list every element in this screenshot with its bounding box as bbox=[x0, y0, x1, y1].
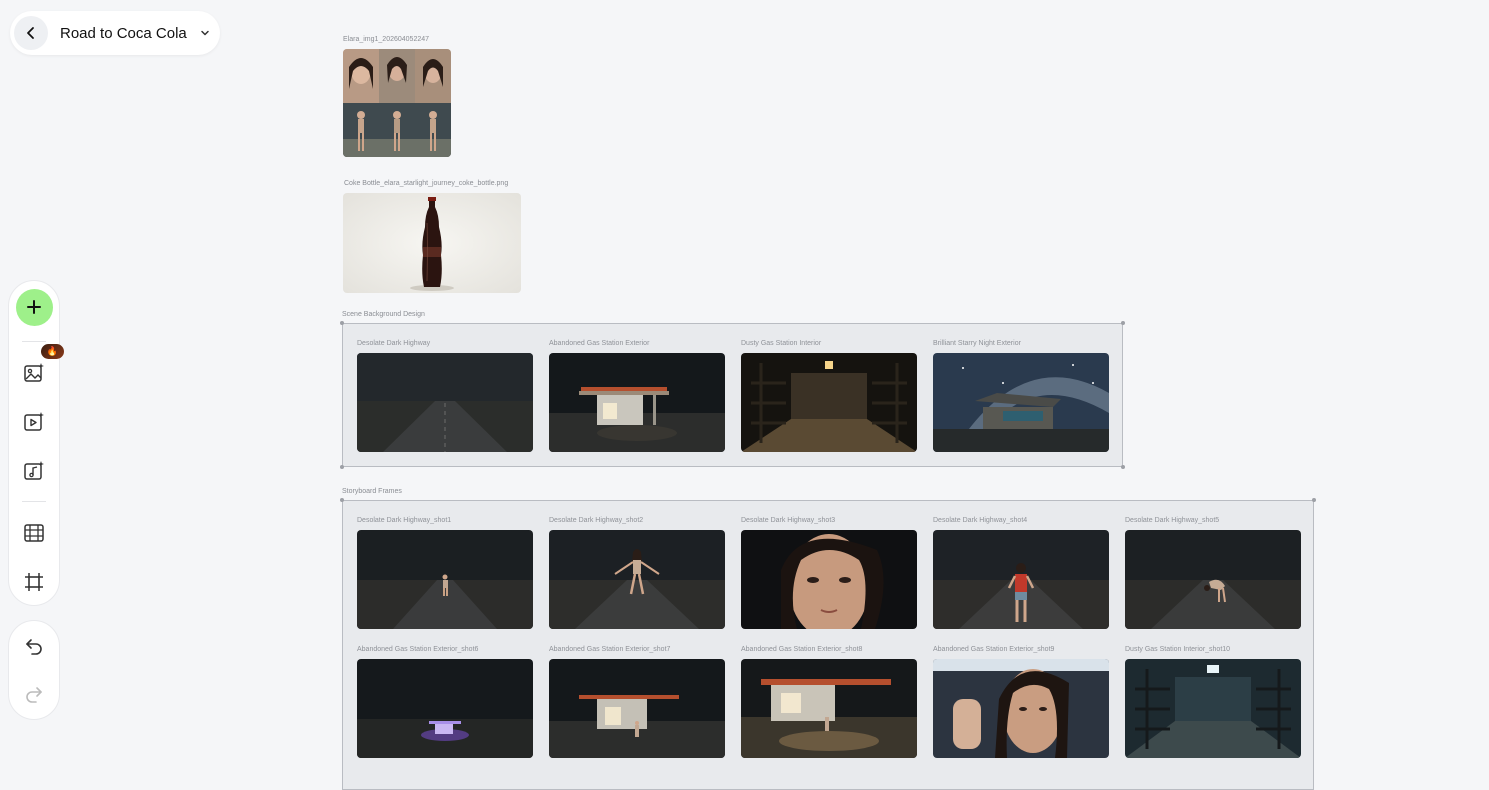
storyboard-frames-group[interactable]: Desolate Dark Highway_shot1 Desolate Dar… bbox=[340, 498, 1316, 790]
undo-icon bbox=[24, 636, 44, 656]
scene-caption: Desolate Dark Highway bbox=[357, 340, 431, 347]
storyboard-group-title: Storyboard Frames bbox=[342, 488, 402, 495]
storyboard-caption: Desolate Dark Highway_shot3 bbox=[741, 517, 836, 524]
scene-thumbnail[interactable] bbox=[741, 353, 917, 452]
storyboard-frame[interactable] bbox=[549, 659, 725, 758]
video-sparkle-icon bbox=[23, 411, 45, 433]
fire-badge-icon: 🔥 bbox=[41, 344, 64, 359]
storyboard-frame[interactable] bbox=[1125, 530, 1301, 629]
toolbar-divider bbox=[22, 341, 46, 342]
storyboard-caption: Abandoned Gas Station Exterior_shot8 bbox=[741, 646, 863, 653]
storyboard-caption: Abandoned Gas Station Exterior_shot7 bbox=[549, 646, 671, 653]
project-header: Road to Coca Cola bbox=[10, 11, 220, 55]
storyboard-caption: Abandoned Gas Station Exterior_shot6 bbox=[357, 646, 479, 653]
add-button[interactable] bbox=[9, 288, 59, 326]
storyboard-caption: Desolate Dark Highway_shot1 bbox=[357, 517, 452, 524]
storyboard-caption: Dusty Gas Station Interior_shot10 bbox=[1125, 646, 1231, 653]
resize-handle[interactable] bbox=[340, 465, 344, 469]
chevron-left-icon bbox=[24, 26, 38, 40]
storyboard-frame[interactable] bbox=[357, 530, 533, 629]
undo-button[interactable] bbox=[9, 631, 59, 661]
plus-icon bbox=[26, 299, 42, 315]
chevron-down-icon bbox=[199, 27, 211, 39]
scene-thumbnail[interactable] bbox=[549, 353, 725, 452]
scene-caption: Brilliant Starry Night Exterior bbox=[933, 340, 1021, 347]
back-button[interactable] bbox=[14, 16, 48, 50]
character-sheet-image[interactable] bbox=[343, 49, 451, 157]
storyboard-caption: Abandoned Gas Station Exterior_shot9 bbox=[933, 646, 1055, 653]
resize-handle[interactable] bbox=[340, 498, 344, 502]
storyboard-frame[interactable] bbox=[741, 530, 917, 629]
storyboard-caption: Desolate Dark Highway_shot5 bbox=[1125, 517, 1220, 524]
resize-handle[interactable] bbox=[340, 321, 344, 325]
storyboard-frame[interactable] bbox=[741, 659, 917, 758]
scene-group-title: Scene Background Design bbox=[342, 311, 425, 318]
storyboard-button[interactable] bbox=[9, 519, 59, 547]
resize-handle[interactable] bbox=[1121, 321, 1125, 325]
left-toolbar: 🔥 bbox=[8, 280, 64, 606]
image-sparkle-icon bbox=[23, 362, 45, 384]
video-generate-button[interactable] bbox=[9, 408, 59, 436]
storyboard-caption: Desolate Dark Highway_shot2 bbox=[549, 517, 644, 524]
scene-thumbnail[interactable] bbox=[933, 353, 1109, 452]
redo-icon bbox=[24, 684, 44, 704]
scene-caption: Dusty Gas Station Interior bbox=[741, 340, 822, 347]
scene-thumbnail[interactable] bbox=[357, 353, 533, 452]
storyboard-caption: Desolate Dark Highway_shot4 bbox=[933, 517, 1028, 524]
scene-caption: Abandoned Gas Station Exterior bbox=[549, 340, 650, 347]
product-image-caption: Coke Bottle_elara_starlight_journey_coke… bbox=[344, 180, 509, 187]
history-toolbar bbox=[8, 620, 60, 720]
storyboard-frame[interactable] bbox=[933, 659, 1109, 758]
resize-handle[interactable] bbox=[1121, 465, 1125, 469]
project-title: Road to Coca Cola bbox=[60, 24, 187, 42]
resize-handle[interactable] bbox=[1312, 498, 1316, 502]
audio-generate-button[interactable] bbox=[9, 457, 59, 485]
music-sparkle-icon bbox=[23, 460, 45, 482]
character-sheet-caption: Elara_img1_202604052247 bbox=[343, 36, 430, 43]
frame-icon bbox=[23, 571, 45, 593]
redo-button[interactable] bbox=[9, 679, 59, 709]
coke-bottle-image[interactable] bbox=[343, 193, 521, 293]
image-generate-button[interactable] bbox=[9, 359, 59, 387]
project-menu-button[interactable] bbox=[199, 27, 211, 39]
toolbar-divider bbox=[22, 501, 46, 502]
storyboard-frame[interactable] bbox=[933, 530, 1109, 629]
storyboard-frame[interactable] bbox=[1125, 659, 1301, 758]
frame-button[interactable] bbox=[9, 568, 59, 596]
storyboard-frame[interactable] bbox=[549, 530, 725, 629]
storyboard-frame[interactable] bbox=[357, 659, 533, 758]
scene-background-group[interactable]: Desolate Dark Highway Abandoned Gas Stat… bbox=[340, 321, 1125, 469]
film-grid-icon bbox=[23, 522, 45, 544]
